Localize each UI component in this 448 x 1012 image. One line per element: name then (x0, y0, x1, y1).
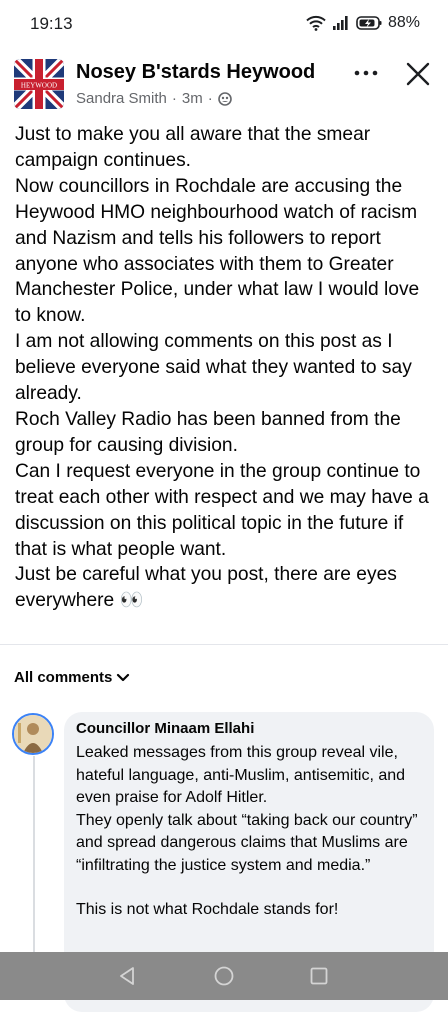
group-avatar[interactable]: HEYWOOD (14, 59, 64, 109)
status-bar: 19:13 88% (0, 0, 448, 48)
status-icons: 88% (306, 14, 420, 32)
group-logo-text: HEYWOOD (21, 82, 57, 90)
close-button[interactable] (400, 56, 436, 92)
close-icon (406, 62, 430, 86)
chevron-down-icon (117, 673, 130, 681)
back-icon (120, 967, 134, 985)
comment-paragraph: This is not what Rochdale stands for! (76, 901, 339, 918)
wifi-icon (306, 15, 326, 31)
more-options-button[interactable] (348, 58, 384, 88)
comment-text: Leaked messages from this group reveal v… (76, 742, 426, 922)
group-audience-icon (217, 91, 232, 106)
post-paragraph: Now councillors in Rochdale are accusing… (15, 175, 420, 327)
back-button[interactable] (116, 965, 138, 992)
post-body: Just to make you all aware that the smea… (15, 122, 437, 614)
system-navigation-bar (0, 952, 448, 1000)
status-time: 19:13 (30, 14, 73, 33)
post-paragraph: Just be careful what you post, there are… (15, 564, 397, 612)
post-header: HEYWOOD Nosey B'stards Heywood Sandra Sm… (0, 48, 448, 120)
comment-author[interactable]: Councillor Minaam Ellahi (76, 720, 254, 737)
post-author[interactable]: Sandra Smith (76, 90, 167, 107)
comment-paragraph: They openly talk about “taking back our … (76, 811, 418, 874)
comments-filter-dropdown[interactable]: All comments (14, 669, 130, 686)
post-meta: Sandra Smith · 3m · (76, 90, 232, 107)
battery-icon (356, 16, 382, 30)
thread-line (33, 756, 35, 976)
post-time[interactable]: 3m (182, 90, 203, 107)
commenter-avatar[interactable] (12, 713, 54, 755)
comments-filter-label: All comments (14, 669, 113, 686)
commenter-photo (14, 715, 52, 753)
post-paragraph: Roch Valley Radio has been banned from t… (15, 408, 401, 456)
comment-paragraph: Leaked messages from this group reveal v… (76, 744, 406, 806)
post-paragraph: Just to make you all aware that the smea… (15, 124, 371, 171)
more-icon (354, 70, 378, 76)
post-paragraph: I am not allowing comments on this post … (15, 331, 412, 405)
signal-icon (332, 16, 348, 30)
battery-level: 88% (387, 14, 420, 31)
group-name[interactable]: Nosey B'stards Heywood (76, 61, 315, 84)
recents-icon (310, 967, 328, 985)
meta-separator: · (171, 90, 177, 107)
meta-separator-2: · (207, 90, 213, 107)
union-flag-image: HEYWOOD (14, 59, 64, 109)
divider (0, 644, 448, 645)
recents-button[interactable] (308, 965, 330, 992)
post-paragraph: Can I request everyone in the group cont… (15, 460, 429, 560)
home-button[interactable] (213, 965, 235, 992)
home-icon (214, 966, 234, 986)
